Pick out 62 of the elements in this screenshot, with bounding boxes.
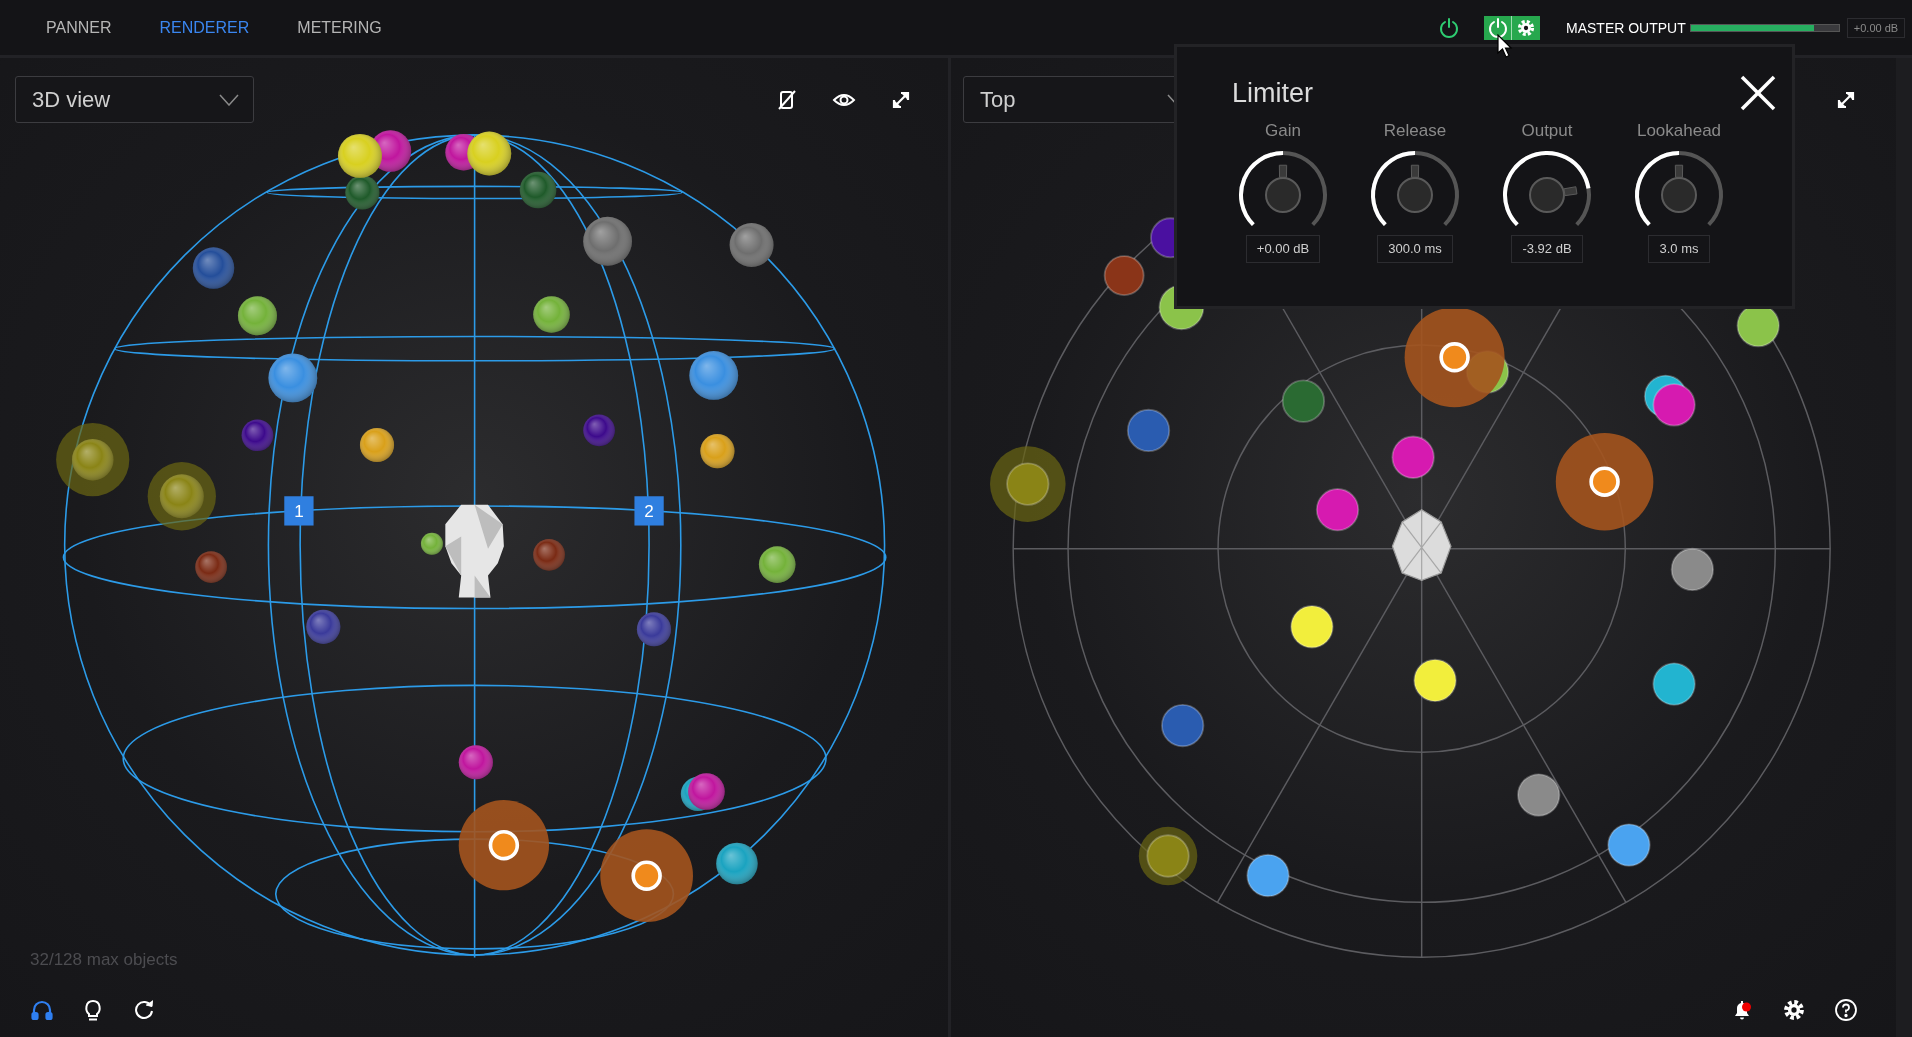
sound-object[interactable] (147, 462, 216, 531)
cursor-icon (1497, 34, 1513, 58)
sound-object[interactable] (458, 800, 550, 891)
sound-object-cluster[interactable] (445, 131, 512, 176)
sound-object[interactable] (1413, 658, 1457, 703)
knob-value: 300.0 ms (1377, 235, 1453, 263)
sound-object[interactable] (1555, 432, 1654, 531)
tab[interactable]: RENDERER (159, 14, 250, 41)
knob-value: +0.00 dB (1245, 235, 1321, 263)
sound-object[interactable] (533, 296, 570, 333)
master-output-label: MASTER OUTPUT (1565, 19, 1687, 36)
sound-object[interactable] (420, 532, 443, 555)
sound-object[interactable] (1517, 773, 1561, 817)
sound-object-cluster[interactable] (1404, 307, 1510, 408)
sound-object[interactable] (1652, 662, 1696, 706)
speaker-marker[interactable]: 2 (634, 496, 664, 526)
sound-object[interactable] (583, 216, 632, 266)
view-dropdown-label: 3D view (32, 86, 111, 113)
limiter-power-button[interactable] (1484, 15, 1512, 40)
headphones-icon[interactable] (31, 999, 53, 1021)
tab[interactable]: PANNER (46, 14, 112, 41)
settings-icon (1517, 18, 1535, 37)
knob-value: -3.92 dB (1511, 235, 1583, 263)
sound-object[interactable] (1290, 605, 1334, 649)
sound-object[interactable] (716, 842, 758, 885)
sound-object[interactable] (359, 427, 395, 463)
sound-object-cluster[interactable] (680, 773, 725, 812)
sound-object[interactable] (1670, 547, 1714, 592)
knob-label: Gain (1265, 121, 1301, 141)
sound-object[interactable] (1246, 853, 1290, 898)
sound-object[interactable] (1607, 823, 1651, 867)
view-dropdown-label: Top (980, 86, 1016, 113)
knob-label: Lookahead (1636, 121, 1722, 141)
chevron-icon (219, 93, 239, 106)
knob-label: Output (1521, 121, 1573, 141)
tab[interactable]: METERING (297, 14, 382, 41)
sound-object[interactable] (1138, 826, 1198, 886)
sound-object[interactable] (268, 353, 318, 403)
speaker-marker[interactable]: 1 (284, 496, 314, 526)
sound-object[interactable] (56, 423, 130, 497)
sound-object[interactable] (758, 546, 796, 583)
sound-object-cluster[interactable] (337, 130, 412, 210)
help-icon[interactable] (1834, 998, 1858, 1022)
sound-object[interactable] (600, 829, 693, 923)
sound-object[interactable] (689, 351, 739, 400)
power-icon (1438, 16, 1460, 39)
limiter-settings-button[interactable] (1512, 15, 1540, 40)
bulb-icon[interactable] (82, 998, 104, 1022)
knob-value: 3.0 ms (1648, 235, 1710, 263)
popup-title: Limiter (1232, 77, 1313, 109)
output-reading: +0.00 dB (1847, 17, 1905, 38)
sound-object[interactable] (729, 222, 774, 267)
refresh-icon[interactable] (133, 999, 155, 1021)
power-icon (1486, 16, 1509, 39)
sound-object[interactable] (237, 296, 277, 336)
settings-icon[interactable] (1783, 999, 1805, 1021)
view-dropdown[interactable]: 3D view (15, 76, 254, 123)
sound-object-cluster[interactable] (1643, 374, 1696, 427)
knob-label: Release (1383, 121, 1447, 141)
close-button[interactable] (1738, 73, 1778, 113)
sound-object[interactable] (700, 434, 735, 469)
power-button[interactable] (1437, 15, 1461, 40)
